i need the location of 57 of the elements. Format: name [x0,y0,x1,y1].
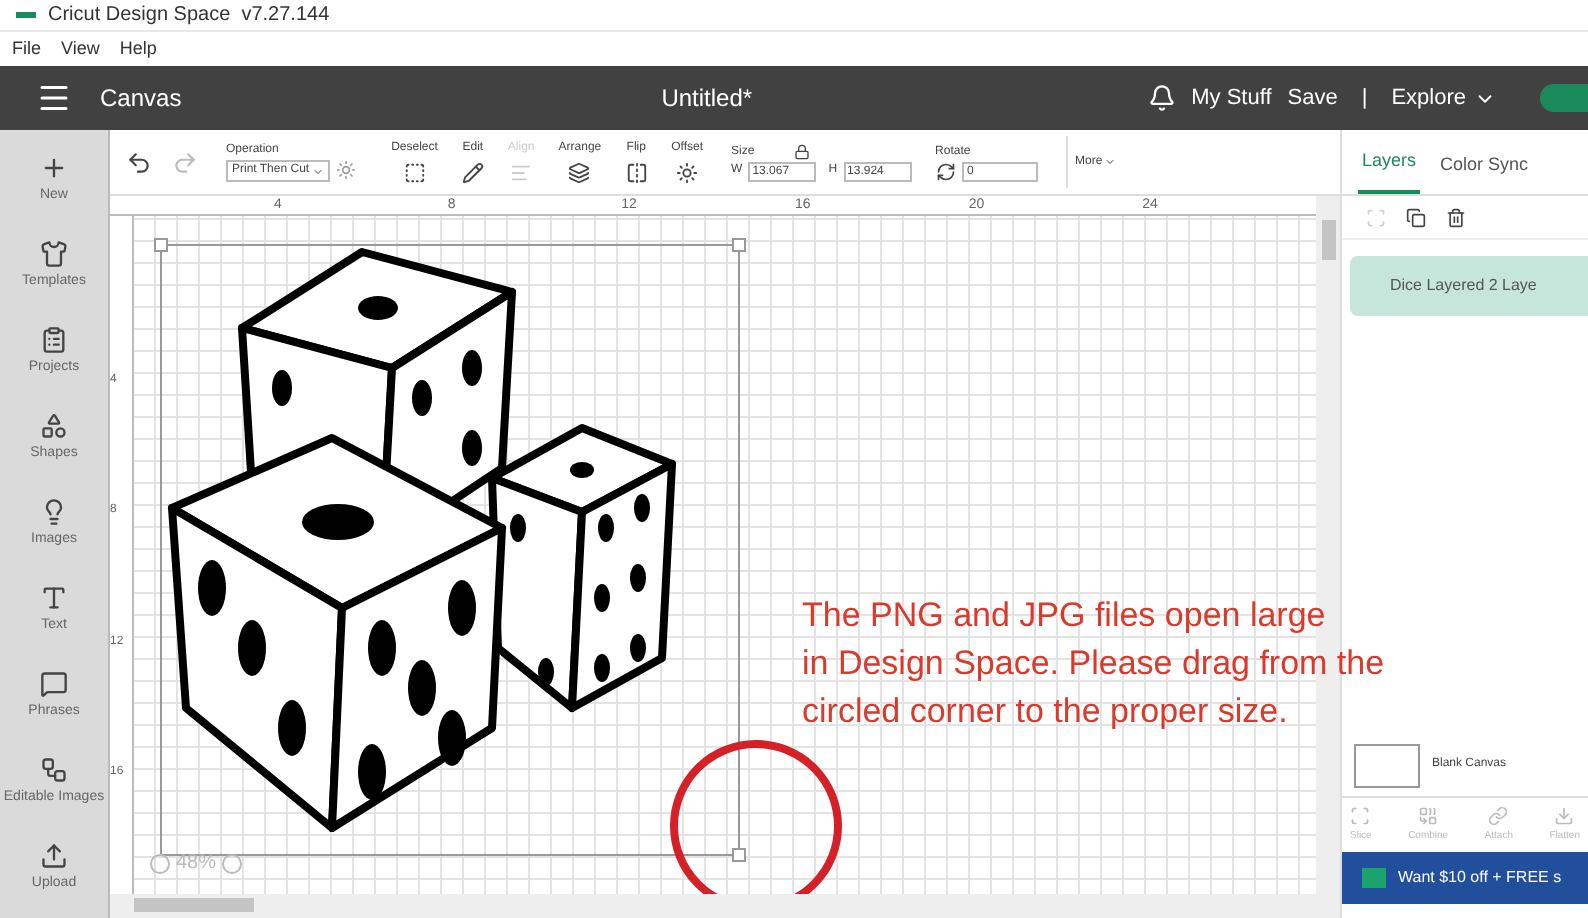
panel-tab[interactable]: Layers [1358,147,1421,194]
menu-item[interactable]: File [12,35,42,63]
annotation-text: The PNG and JPG files open large in Design Space. Please drag from the circled corner to the proper size. [802,594,1385,734]
resize-handle[interactable] [732,848,746,862]
delete-icon[interactable] [1446,207,1466,227]
settings-icon[interactable] [335,160,356,180]
caret-icon [311,165,324,177]
pencil-icon [461,162,484,184]
lock-icon[interactable] [794,144,811,160]
document-title: Untitled* [661,82,753,116]
caret-icon [1104,156,1117,168]
nodes-icon [40,755,68,783]
lightbulb-icon [40,497,68,525]
my-stuff-link[interactable]: My Stuff [1191,81,1272,115]
notification-bell-icon[interactable] [1147,84,1176,112]
dotted-square-icon [403,162,426,184]
undo-icon[interactable] [126,149,152,175]
menu-icon[interactable] [36,80,72,116]
align-icon [510,162,533,184]
promo-icon [1362,868,1386,888]
rotate-icon[interactable] [935,161,956,181]
blank-canvas-swatch[interactable] [1354,743,1420,787]
explore-menu[interactable]: Explore [1391,81,1496,115]
upload-icon [40,841,68,869]
zoom-out-icon[interactable] [150,853,170,873]
flip-icon [625,162,648,184]
shapes-icon [40,411,68,439]
menu-item[interactable]: View [61,35,100,63]
promo-banner[interactable]: Want $10 off + FREE s [1342,852,1588,904]
combine-icon [1418,805,1439,825]
header-separator: | [1361,83,1368,114]
clipboard-icon [40,325,68,353]
panel-tab[interactable]: Color Sync [1436,151,1533,194]
toggle-switch[interactable] [1540,84,1588,112]
plus-icon [40,153,68,181]
sun-icon [676,162,699,184]
speech-bubble-icon [40,669,68,697]
zoom-level: 48% [176,850,217,878]
shirt-icon [40,239,68,267]
link-icon [1488,805,1509,825]
group-icon[interactable] [1366,207,1386,227]
duplicate-icon[interactable] [1406,207,1426,227]
resize-handle[interactable] [732,238,746,252]
menu-item[interactable]: Help [119,35,157,63]
zoom-in-icon[interactable] [222,853,243,873]
selection-box[interactable] [160,244,740,856]
window-title: Cricut Design Space v7.27.144 [48,2,330,30]
layers-icon [568,162,591,184]
layer-item[interactable]: Dice Layered 2 Laye [1350,256,1588,316]
download-icon [1554,805,1575,825]
save-link[interactable]: Save [1287,81,1338,115]
resize-handle[interactable] [154,238,168,252]
frame-icon [1350,805,1371,825]
app-logo-icon [16,12,36,18]
redo-icon[interactable] [172,149,198,175]
text-icon [40,583,68,611]
page-title: Canvas [100,82,182,116]
